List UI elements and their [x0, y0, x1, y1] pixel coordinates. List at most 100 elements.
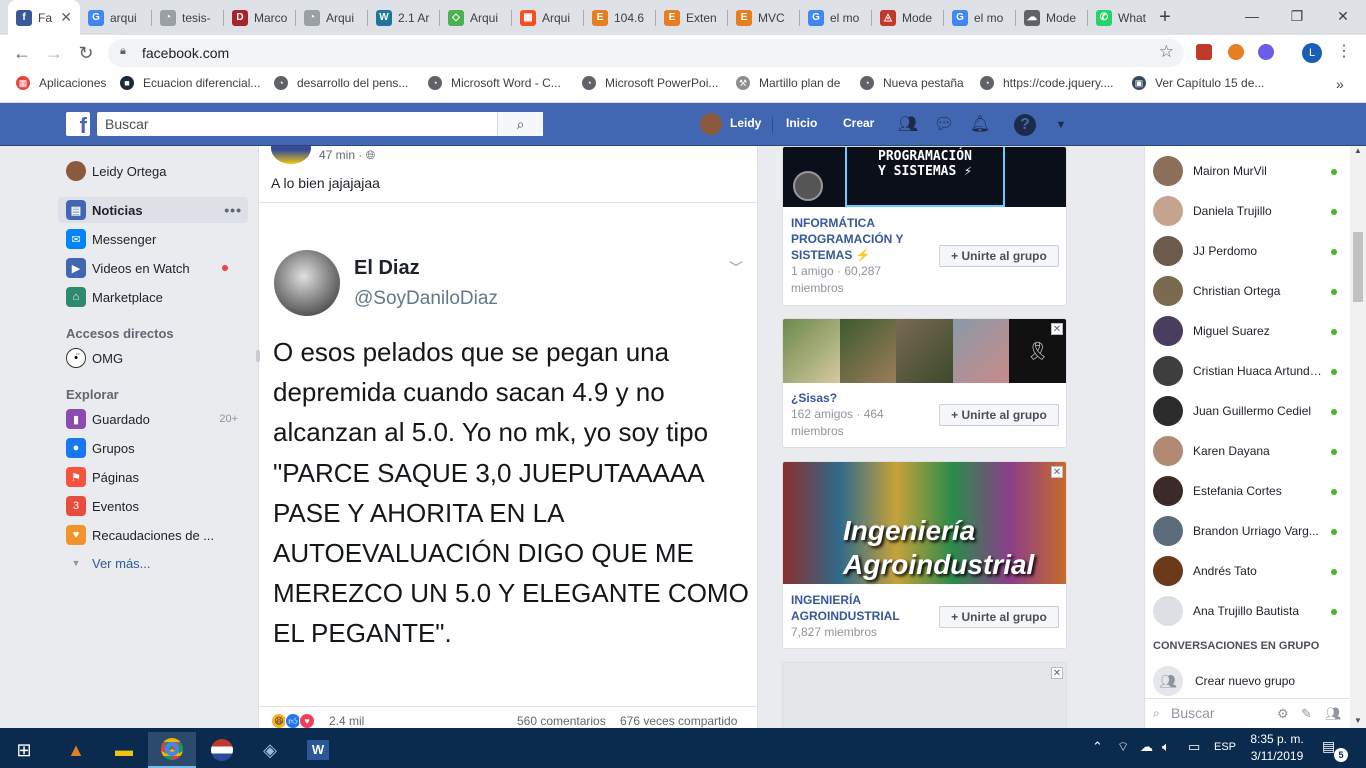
browser-tab[interactable]: ☁ Mode: [1016, 0, 1084, 35]
browser-tab[interactable]: E MVC: [728, 0, 796, 35]
tray-expand-icon[interactable]: ⌃: [1092, 739, 1103, 755]
browser-tab[interactable]: ◔ tesis-: [152, 0, 220, 35]
help-icon[interactable]: ?: [1014, 114, 1036, 136]
bookmarks-overflow-button[interactable]: »: [1336, 76, 1344, 92]
see-more-link[interactable]: ▼ Ver más...: [58, 550, 248, 576]
group-title[interactable]: INFORMÁTICA PROGRAMACIÓN Y SISTEMAS ⚡: [791, 215, 931, 263]
facebook-logo[interactable]: f: [66, 112, 90, 136]
gear-icon[interactable]: ⚙: [1277, 706, 1289, 722]
user-avatar[interactable]: [700, 113, 722, 135]
browser-tab[interactable]: ▦ Arqui: [512, 0, 580, 35]
chat-contact[interactable]: Daniela Trujillo: [1145, 191, 1350, 231]
close-icon[interactable]: ✕: [1051, 667, 1063, 679]
word-icon[interactable]: W: [294, 732, 342, 768]
new-tab-button[interactable]: +: [1152, 4, 1178, 30]
chat-contact[interactable]: Andrés Tato: [1145, 551, 1350, 591]
profile-avatar[interactable]: L: [1302, 43, 1322, 63]
shortcut-omg[interactable]: •̈ OMG: [58, 345, 248, 371]
sidebar-item-watch[interactable]: ▶ Videos en Watch: [58, 255, 248, 281]
scroll-down-arrow-icon[interactable]: ▼: [1354, 716, 1362, 725]
bookmark-item[interactable]: ◔ Microsoft PowerPoi...: [582, 76, 718, 90]
join-group-button[interactable]: + Unirte al grupo: [939, 245, 1059, 267]
system-clock[interactable]: 8:35 p. m. 3/11/2019: [1246, 731, 1308, 765]
messenger-icon[interactable]: 💬︎: [933, 114, 955, 136]
sidebar-item-marketplace[interactable]: ⌂ Marketplace: [58, 284, 248, 310]
extension-check-icon[interactable]: [1258, 44, 1274, 60]
forward-button[interactable]: →: [40, 39, 68, 67]
bookmark-item[interactable]: ⚒ Martillo plan de: [736, 76, 840, 90]
love-reaction-icon[interactable]: ♥: [299, 713, 315, 728]
group-cover-image[interactable]: 🎗︎: [783, 319, 1066, 383]
address-bar[interactable]: 🔒︎ facebook.com ☆: [108, 39, 1184, 67]
join-group-button[interactable]: + Unirte al grupo: [939, 606, 1059, 628]
join-group-button[interactable]: + Unirte al grupo: [939, 404, 1059, 426]
profile-link[interactable]: Leidy: [730, 116, 761, 130]
maximize-button[interactable]: ❐: [1274, 0, 1320, 33]
bookmark-item[interactable]: ◔ desarrollo del pens...: [274, 76, 408, 90]
compose-icon[interactable]: ✎: [1301, 706, 1312, 722]
file-explorer-icon[interactable]: ▬: [100, 732, 148, 768]
sidebar-item-news[interactable]: ▤ Noticias •••: [58, 197, 248, 223]
matlab-icon[interactable]: ▲: [52, 732, 100, 768]
browser-tab[interactable]: Gel mo: [944, 0, 1012, 35]
browser-tab[interactable]: D Marco: [224, 0, 292, 35]
more-options-icon[interactable]: •••: [224, 202, 242, 218]
close-icon[interactable]: ✕: [1051, 323, 1063, 335]
bookmark-item[interactable]: ■ Ecuacion diferencial...: [120, 76, 260, 90]
comments-count[interactable]: 560 comentarios: [517, 714, 606, 728]
search-icon[interactable]: ⌕: [497, 112, 543, 136]
add-people-icon[interactable]: 👥︎: [1325, 706, 1342, 722]
friend-requests-icon[interactable]: 👥︎: [897, 114, 919, 136]
start-button[interactable]: ⊞: [0, 732, 48, 768]
browser-tab[interactable]: Gel mo: [800, 0, 868, 35]
browser-tab[interactable]: W 2.1 Ar: [368, 0, 436, 35]
notifications-bell-icon[interactable]: 🔔︎: [969, 114, 991, 136]
onedrive-icon[interactable]: ☁: [1140, 739, 1153, 755]
bookmark-item[interactable]: ▣ Ver Capítulo 15 de...: [1132, 76, 1264, 90]
group-title[interactable]: ¿Sisas?: [791, 390, 931, 406]
browser-tab[interactable]: E 104.6: [584, 0, 652, 35]
bookmark-item[interactable]: ◔ Nueva pestaña: [860, 76, 964, 90]
facebook-search[interactable]: ⌕: [97, 112, 543, 136]
back-button[interactable]: ←: [8, 39, 36, 67]
chat-contact[interactable]: Karen Dayana: [1145, 431, 1350, 471]
browser-tab[interactable]: E Exten: [656, 0, 724, 35]
account-menu-chevron-icon[interactable]: ▼: [1050, 114, 1072, 136]
pdf-extension-icon[interactable]: [1196, 44, 1212, 60]
browser-menu-icon[interactable]: ⋮: [1336, 41, 1352, 61]
chat-search-input[interactable]: [1171, 705, 1271, 721]
virtualbox-icon[interactable]: ◈: [246, 732, 294, 768]
language-indicator[interactable]: ESP: [1214, 741, 1236, 753]
sidebar-item-pages[interactable]: ⚑ Páginas: [58, 464, 248, 490]
create-link[interactable]: Crear: [843, 116, 874, 130]
bookmark-star-icon[interactable]: ☆: [1159, 42, 1174, 62]
group-cover-image[interactable]: PROGRAMACIÓN Y SISTEMAS ⚡: [783, 147, 1066, 207]
bookmark-item[interactable]: ▦ Aplicaciones: [16, 76, 106, 90]
chat-contact[interactable]: Ana Trujillo Bautista: [1145, 591, 1350, 631]
scrollbar-thumb[interactable]: [1353, 232, 1363, 302]
media-player-icon[interactable]: [198, 732, 246, 768]
extension-icon[interactable]: [1228, 44, 1244, 60]
sidebar-item-events[interactable]: 3 Eventos: [58, 493, 248, 519]
poster-avatar[interactable]: [271, 146, 311, 164]
battery-icon[interactable]: ▭: [1188, 739, 1200, 755]
group-cover-image[interactable]: Ingeniería Agroindustrial: [783, 462, 1066, 584]
sidebar-item-groups[interactable]: ● Grupos: [58, 435, 248, 461]
chat-contact[interactable]: Estefania Cortes: [1145, 471, 1350, 511]
close-tab-icon[interactable]: ✕: [60, 9, 72, 26]
browser-tab[interactable]: ◔ Arqui: [296, 0, 364, 35]
chrome-icon[interactable]: [148, 732, 196, 768]
post-timestamp[interactable]: 47 min · 🌐︎: [319, 148, 375, 163]
shares-count[interactable]: 676 veces compartido: [620, 714, 737, 728]
network-icon[interactable]: ⌔: [1117, 739, 1129, 755]
group-title[interactable]: INGENIERÍA AGROINDUSTRIAL: [791, 592, 931, 624]
scroll-up-arrow-icon[interactable]: ▲: [1354, 146, 1362, 155]
bookmark-item[interactable]: ◔ Microsoft Word - C...: [428, 76, 561, 90]
search-input[interactable]: [105, 115, 485, 133]
sidebar-item-saved[interactable]: ▮ Guardado 20+: [58, 406, 248, 432]
sidebar-item-fundraisers[interactable]: ♥ Recaudaciones de ...: [58, 522, 248, 548]
chat-contact[interactable]: Juan Guillermo Cediel: [1145, 391, 1350, 431]
home-link[interactable]: Inicio: [786, 116, 817, 130]
chat-contact[interactable]: Christian Ortega: [1145, 271, 1350, 311]
bookmark-item[interactable]: ◔ https://code.jquery....: [980, 76, 1114, 90]
